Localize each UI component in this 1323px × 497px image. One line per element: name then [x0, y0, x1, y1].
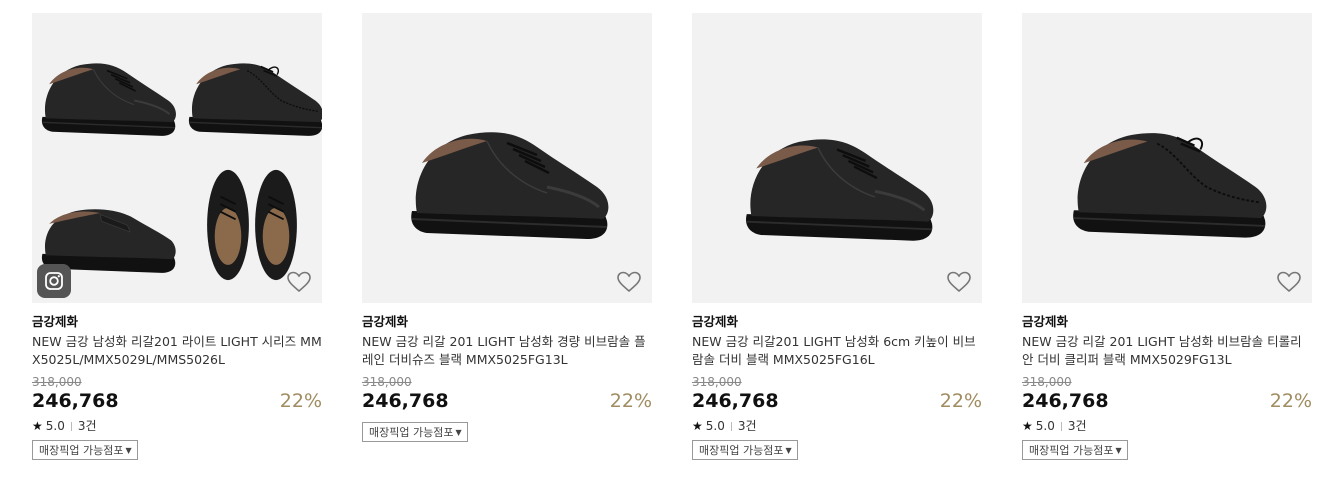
store-pickup-label: 매장픽업 가능점포 — [369, 426, 454, 439]
sale-price: 246,768 — [32, 390, 119, 412]
store-pickup-button[interactable]: 매장픽업 가능점포 ▼ — [362, 422, 468, 442]
tyrolean-shoe-image — [1071, 131, 1268, 239]
sale-price: 246,768 — [692, 390, 779, 412]
store-pickup-label: 매장픽업 가능점포 — [39, 444, 124, 457]
sale-price: 246,768 — [1022, 390, 1109, 412]
product-image[interactable] — [32, 13, 322, 303]
product-name[interactable]: NEW 금강 리갈 201 LIGHT 남성화 비브람솔 티롤리안 더비 클리퍼… — [1022, 333, 1312, 369]
caret-down-icon: ▼ — [455, 427, 462, 437]
heart-icon[interactable] — [286, 269, 312, 295]
rating-score: 5.0 — [45, 419, 65, 433]
store-pickup-label: 매장픽업 가능점포 — [699, 444, 784, 457]
star-icon: ★ — [32, 419, 43, 433]
derby-shoe-image — [409, 130, 610, 241]
discount-rate: 22% — [1269, 390, 1312, 412]
product-name[interactable]: NEW 금강 남성화 리갈201 라이트 LIGHT 시리즈 MMX5025L/… — [32, 333, 322, 369]
derby-shoe-image — [744, 137, 935, 243]
product-image[interactable] — [362, 13, 652, 303]
discount-rate: 22% — [939, 390, 982, 412]
discount-rate: 22% — [279, 390, 322, 412]
product-card[interactable]: 금강제화 NEW 금강 리갈 201 LIGHT 남성화 비브람솔 티롤리안 더… — [1022, 13, 1312, 460]
heart-icon[interactable] — [946, 269, 972, 295]
product-card[interactable]: 금강제화 NEW 금강 리갈201 LIGHT 남성화 6cm 키높이 비브람솔… — [692, 13, 982, 460]
review-count: 3건 — [1067, 419, 1087, 433]
rating-score: 5.0 — [705, 419, 725, 433]
star-icon: ★ — [1022, 419, 1033, 433]
product-name[interactable]: NEW 금강 리갈 201 LIGHT 남성화 경량 비브람솔 플레인 더비슈즈… — [362, 333, 652, 369]
original-price: 318,000 — [692, 375, 742, 389]
divider — [1060, 421, 1062, 431]
rating: ★ 5.0 3건 — [692, 418, 982, 434]
product-card[interactable]: 금강제화 NEW 금강 리갈 201 LIGHT 남성화 경량 비브람솔 플레인… — [362, 13, 652, 442]
review-count: 3건 — [77, 419, 97, 433]
product-card[interactable]: 금강제화 NEW 금강 남성화 리갈201 라이트 LIGHT 시리즈 MMX5… — [32, 13, 322, 460]
discount-rate: 22% — [609, 390, 652, 412]
sale-price: 246,768 — [362, 390, 449, 412]
product-image[interactable] — [692, 13, 982, 303]
store-pickup-button[interactable]: 매장픽업 가능점포 ▼ — [32, 440, 138, 460]
caret-down-icon: ▼ — [785, 445, 792, 455]
brand-name[interactable]: 금강제화 — [692, 314, 982, 330]
brand-name[interactable]: 금강제화 — [32, 314, 322, 330]
brand-name[interactable]: 금강제화 — [362, 314, 652, 330]
heart-icon[interactable] — [616, 269, 642, 295]
store-pickup-label: 매장픽업 가능점포 — [1029, 444, 1114, 457]
brand-name[interactable]: 금강제화 — [1022, 314, 1312, 330]
review-count: 3건 — [737, 419, 757, 433]
shoe-collection-image — [40, 62, 322, 282]
rating-score: 5.0 — [1035, 419, 1055, 433]
original-price: 318,000 — [1022, 375, 1072, 389]
caret-down-icon: ▼ — [125, 445, 132, 455]
original-price: 318,000 — [32, 375, 82, 389]
star-icon: ★ — [692, 419, 703, 433]
caret-down-icon: ▼ — [1115, 445, 1122, 455]
heart-icon[interactable] — [1276, 269, 1302, 295]
original-price: 318,000 — [362, 375, 412, 389]
rating: ★ 5.0 3건 — [32, 418, 322, 434]
product-image[interactable] — [1022, 13, 1312, 303]
store-pickup-button[interactable]: 매장픽업 가능점포 ▼ — [692, 440, 798, 460]
divider — [70, 421, 72, 431]
product-name[interactable]: NEW 금강 리갈201 LIGHT 남성화 6cm 키높이 비브람솔 더비 블… — [692, 333, 982, 369]
rating: ★ 5.0 3건 — [1022, 418, 1312, 434]
instagram-icon[interactable] — [37, 264, 71, 298]
divider — [730, 421, 732, 431]
store-pickup-button[interactable]: 매장픽업 가능점포 ▼ — [1022, 440, 1128, 460]
